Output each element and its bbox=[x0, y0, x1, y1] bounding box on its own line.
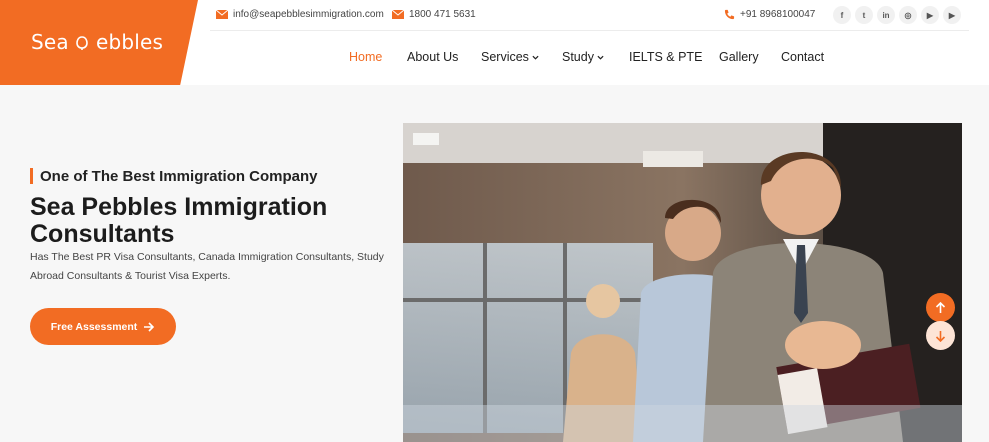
nav-services-label: Services bbox=[481, 50, 529, 64]
chevron-down-icon bbox=[532, 55, 539, 60]
airport-travellers-illustration bbox=[403, 123, 962, 442]
email-link[interactable]: info@seapebblesimmigration.com bbox=[216, 9, 384, 20]
twitter-icon[interactable]: t bbox=[855, 6, 873, 24]
site-header: Sea ebbles info@seapebblesimmigration.co… bbox=[0, 0, 989, 85]
envelope-icon bbox=[216, 10, 228, 19]
instagram-icon[interactable]: ◎ bbox=[899, 6, 917, 24]
arrow-right-icon bbox=[144, 321, 155, 332]
toll-free-text: 1800 471 5631 bbox=[409, 9, 476, 20]
hero-description: Has The Best PR Visa Consultants, Canada… bbox=[30, 251, 384, 282]
nav-contact[interactable]: Contact bbox=[781, 50, 824, 64]
hero-title: Sea Pebbles Immigration Consultants bbox=[30, 193, 328, 248]
email-text: info@seapebblesimmigration.com bbox=[233, 9, 384, 20]
nav-services[interactable]: Services bbox=[481, 50, 539, 64]
phone-text: +91 8968100047 bbox=[740, 9, 816, 20]
scroll-up-button[interactable] bbox=[926, 293, 955, 322]
youtube-icon-2[interactable]: ▶ bbox=[943, 6, 961, 24]
phone-icon bbox=[724, 9, 735, 20]
toll-free-link[interactable]: 1800 471 5631 bbox=[392, 9, 476, 20]
nav-study[interactable]: Study bbox=[562, 50, 604, 64]
nav-gallery[interactable]: Gallery bbox=[719, 50, 759, 64]
logo-text-right: ebbles bbox=[95, 30, 164, 54]
hero-eyebrow: One of The Best Immigration Company bbox=[40, 168, 318, 185]
eyebrow-accent-bar bbox=[30, 168, 33, 184]
nav-home[interactable]: Home bbox=[349, 50, 382, 64]
arrow-up-icon bbox=[935, 301, 946, 313]
chevron-down-icon bbox=[597, 55, 604, 60]
phone-link[interactable]: +91 8968100047 bbox=[724, 9, 815, 20]
nav-study-label: Study bbox=[562, 50, 594, 64]
pebble-icon bbox=[76, 36, 89, 50]
free-assessment-label: Free Assessment bbox=[50, 320, 138, 333]
free-assessment-button[interactable]: Free Assessment bbox=[30, 308, 176, 345]
logo-text-left: Sea bbox=[31, 30, 69, 54]
facebook-icon[interactable]: f bbox=[833, 6, 851, 24]
top-contact-bar: info@seapebblesimmigration.com 1800 471 … bbox=[210, 0, 969, 31]
arrow-down-icon bbox=[935, 330, 946, 342]
envelope-icon bbox=[392, 10, 404, 19]
linkedin-icon[interactable]: in bbox=[877, 6, 895, 24]
logo[interactable]: Sea ebbles bbox=[0, 0, 198, 85]
nav-ielts-pte[interactable]: IELTS & PTE bbox=[629, 50, 702, 64]
scroll-down-button[interactable] bbox=[926, 321, 955, 350]
hero-image bbox=[403, 123, 962, 442]
logo-text: Sea ebbles bbox=[31, 30, 163, 54]
youtube-icon[interactable]: ▶ bbox=[921, 6, 939, 24]
nav-about[interactable]: About Us bbox=[407, 50, 458, 64]
